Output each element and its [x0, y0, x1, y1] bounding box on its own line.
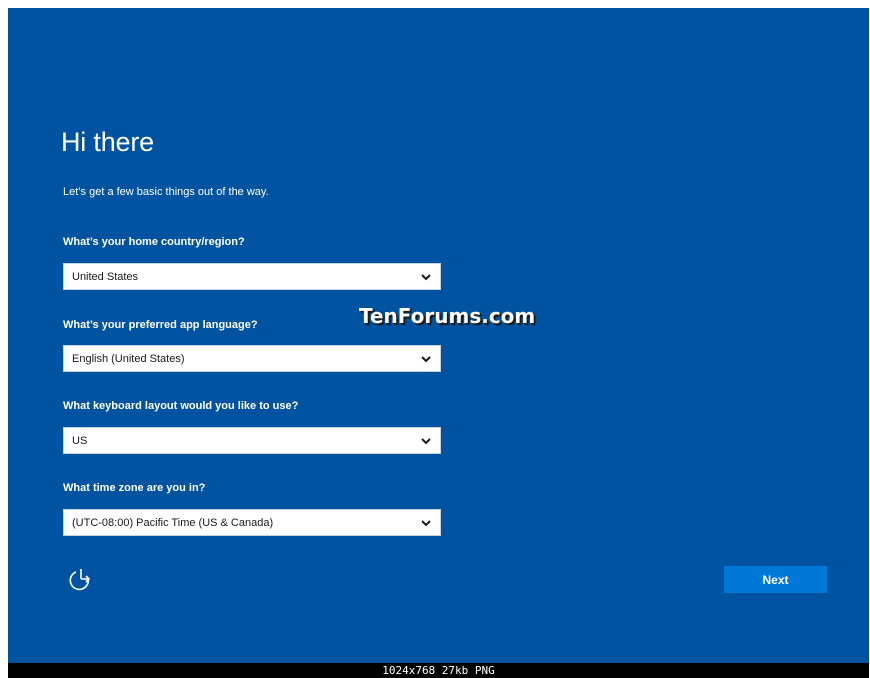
chevron-down-icon [421, 356, 431, 363]
keyboard-select[interactable]: US [63, 427, 441, 454]
timezone-select[interactable]: (UTC-08:00) Pacific Time (US & Canada) [63, 509, 441, 536]
page-title: Hi there [61, 127, 154, 157]
watermark: TenForums.com [359, 304, 536, 328]
country-select[interactable]: United States [63, 263, 441, 290]
country-question-label: What’s your home country/region? [63, 236, 245, 248]
timezone-question-label: What time zone are you in? [63, 482, 206, 494]
language-select-value: English (United States) [72, 353, 185, 365]
timezone-select-value: (UTC-08:00) Pacific Time (US & Canada) [72, 517, 274, 529]
chevron-down-icon [421, 274, 431, 281]
chevron-down-icon [421, 520, 431, 527]
image-info-bar: 1024x768 27kb PNG [8, 663, 869, 678]
setup-screen: Hi there Let’s get a few basic things ou… [8, 8, 869, 663]
language-question-label: What’s your preferred app language? [63, 319, 258, 331]
keyboard-question-label: What keyboard layout would you like to u… [63, 400, 299, 412]
page-subtitle: Let’s get a few basic things out of the … [63, 186, 269, 198]
country-select-value: United States [72, 271, 139, 283]
screenshot-frame: Hi there Let’s get a few basic things ou… [8, 8, 869, 678]
next-button[interactable]: Next [724, 566, 827, 593]
ease-of-access-icon[interactable] [67, 565, 95, 593]
chevron-down-icon [421, 438, 431, 445]
language-select[interactable]: English (United States) [63, 345, 441, 372]
keyboard-select-value: US [72, 435, 88, 447]
